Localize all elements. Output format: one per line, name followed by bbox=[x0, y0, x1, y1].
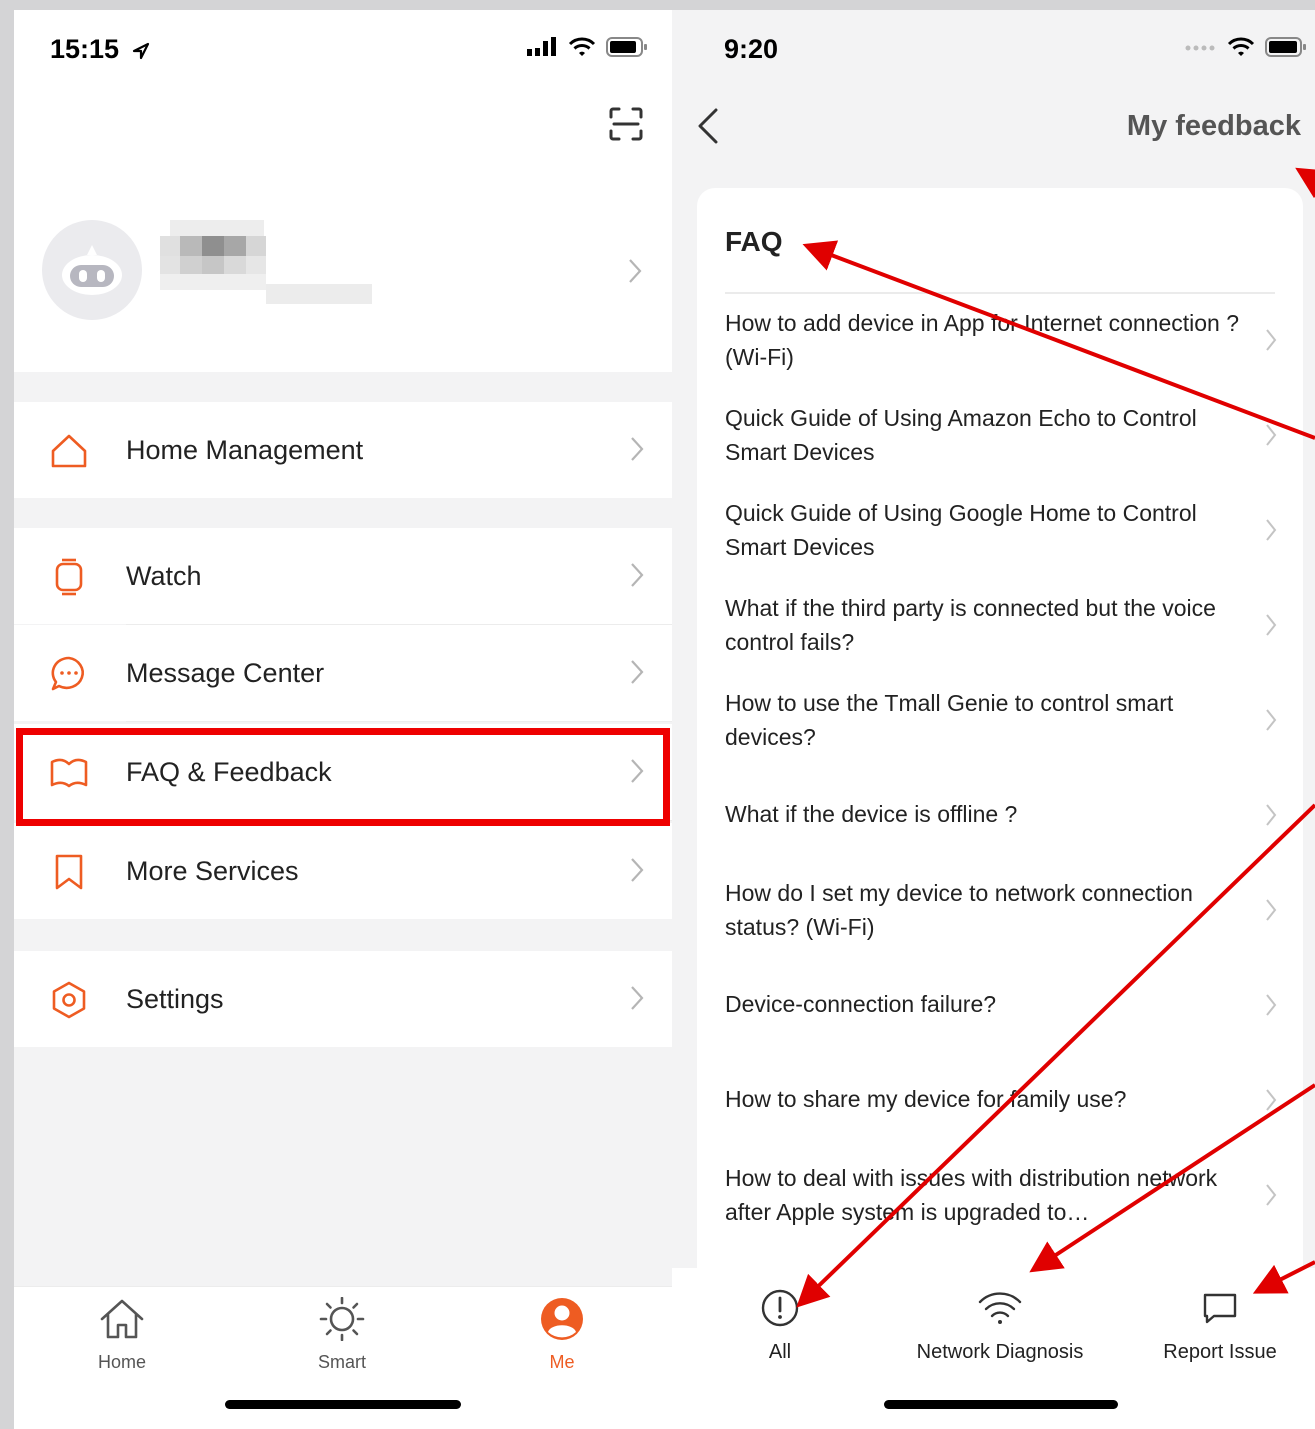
chevron-right-icon bbox=[1266, 1184, 1277, 1206]
faq-item[interactable]: How to deal with issues with distributio… bbox=[697, 1161, 1303, 1247]
sun-icon bbox=[319, 1296, 365, 1342]
faq-question: How to use the Tmall Genie to control sm… bbox=[725, 690, 1174, 750]
chevron-right-icon bbox=[631, 858, 644, 882]
faq-question: Quick Guide of Using Amazon Echo to Cont… bbox=[725, 405, 1197, 465]
tab-label: All bbox=[768, 1341, 792, 1363]
chevron-right-icon bbox=[631, 563, 644, 587]
tab-report-issue[interactable]: Report Issue bbox=[1150, 1288, 1290, 1364]
wifi-icon bbox=[978, 1292, 1022, 1324]
status-icons bbox=[1185, 36, 1307, 58]
bookmark-icon bbox=[55, 854, 83, 890]
status-bar: 9:20 bbox=[672, 10, 1315, 90]
tab-label: Me bbox=[549, 1352, 575, 1372]
status-icons bbox=[526, 36, 648, 58]
tab-all[interactable]: All bbox=[750, 1288, 810, 1364]
tab-home[interactable]: Home bbox=[52, 1297, 192, 1373]
faq-item[interactable]: How to use the Tmall Genie to control sm… bbox=[697, 686, 1303, 772]
tab-label: Home bbox=[97, 1352, 146, 1372]
signal-dots-icon bbox=[1185, 45, 1215, 51]
faq-question: How to share my device for family use? bbox=[725, 1086, 1127, 1112]
menu-item-settings[interactable]: Settings bbox=[14, 951, 672, 1047]
tab-smart[interactable]: Smart bbox=[272, 1296, 412, 1373]
wifi-status-icon bbox=[568, 37, 596, 56]
location-arrow-icon bbox=[132, 42, 149, 59]
faq-item[interactable]: How to share my device for family use? bbox=[697, 1066, 1303, 1152]
signal-icon bbox=[526, 37, 556, 56]
faq-item[interactable]: What if the third party is connected but… bbox=[697, 591, 1303, 677]
chat-icon bbox=[1203, 1293, 1237, 1324]
faq-item[interactable]: Device-connection failure? bbox=[697, 971, 1303, 1057]
menu-label: Watch bbox=[126, 561, 202, 591]
faq-question: What if the device is offline ? bbox=[725, 801, 1018, 827]
message-icon bbox=[51, 656, 84, 691]
faq-question: How to deal with issues with distributio… bbox=[725, 1165, 1218, 1225]
chevron-right-icon bbox=[1266, 994, 1277, 1016]
faq-question: Device-connection failure? bbox=[725, 991, 997, 1017]
menu-label: Settings bbox=[126, 984, 224, 1014]
chevron-right-icon bbox=[1266, 519, 1277, 541]
faq-question: Quick Guide of Using Google Home to Cont… bbox=[725, 500, 1197, 560]
battery-icon bbox=[606, 37, 647, 57]
chevron-right-icon bbox=[1266, 1089, 1277, 1111]
me-screen: 15:15 Home Management Watch Message Cent… bbox=[14, 10, 672, 1429]
faq-title: FAQ bbox=[725, 226, 783, 257]
menu-item-home-management[interactable]: Home Management bbox=[14, 402, 672, 498]
home-icon bbox=[51, 434, 87, 468]
menu-item-message-center[interactable]: Message Center bbox=[14, 625, 672, 721]
status-bar: 15:15 bbox=[14, 10, 672, 90]
chevron-right-icon bbox=[631, 660, 644, 684]
tab-label: Smart bbox=[317, 1352, 366, 1372]
faq-item[interactable]: How to add device in App for Internet co… bbox=[697, 306, 1303, 392]
chevron-right-icon bbox=[1266, 899, 1277, 921]
settings-icon bbox=[52, 981, 86, 1019]
chevron-right-icon bbox=[1266, 329, 1277, 351]
faq-question: How do I set my device to network connec… bbox=[725, 880, 1193, 940]
chevron-right-icon bbox=[1266, 709, 1277, 731]
my-feedback-link[interactable]: My feedback bbox=[1127, 110, 1301, 143]
faq-card: FAQ How to add device in App for Interne… bbox=[697, 188, 1303, 1298]
highlight-box bbox=[16, 728, 670, 826]
profile-chevron-icon bbox=[629, 259, 642, 283]
feedback-screen: 9:20 My feedback FAQ How to add device i… bbox=[672, 10, 1315, 1429]
faq-item[interactable]: What if the device is offline ? bbox=[697, 781, 1303, 867]
chevron-right-icon bbox=[631, 437, 644, 461]
chevron-right-icon bbox=[631, 986, 644, 1010]
menu-item-watch[interactable]: Watch bbox=[14, 528, 672, 624]
menu-item-more-services[interactable]: More Services bbox=[14, 823, 672, 919]
tab-label: Network Diagnosis bbox=[916, 1341, 1084, 1363]
status-time: 15:15 bbox=[50, 34, 151, 65]
tab-network-diagnosis[interactable]: Network Diagnosis bbox=[900, 1288, 1100, 1364]
avatar-robot-icon bbox=[62, 245, 122, 295]
faq-item[interactable]: Quick Guide of Using Amazon Echo to Cont… bbox=[697, 401, 1303, 487]
menu-label: Message Center bbox=[126, 658, 325, 688]
chevron-right-icon bbox=[1266, 614, 1277, 636]
scan-icon[interactable] bbox=[608, 106, 644, 142]
blurred-username bbox=[160, 220, 372, 304]
wifi-status-icon bbox=[1227, 37, 1255, 56]
back-chevron-icon[interactable] bbox=[694, 106, 724, 146]
home-indicator bbox=[884, 1400, 1118, 1409]
tab-label: Report Issue bbox=[1163, 1341, 1277, 1363]
battery-icon bbox=[1265, 37, 1306, 57]
avatar[interactable] bbox=[42, 220, 142, 320]
faq-question: How to add device in App for Internet co… bbox=[725, 310, 1239, 370]
alert-circle-icon bbox=[761, 1289, 799, 1327]
faq-question: What if the third party is connected but… bbox=[725, 595, 1216, 655]
divider bbox=[126, 721, 672, 722]
chevron-right-icon bbox=[1266, 804, 1277, 826]
home-icon bbox=[100, 1299, 144, 1339]
tab-me[interactable]: Me bbox=[492, 1297, 632, 1373]
chevron-right-icon bbox=[1266, 424, 1277, 446]
divider bbox=[725, 292, 1275, 294]
faq-item[interactable]: How do I set my device to network connec… bbox=[697, 876, 1303, 962]
home-indicator bbox=[225, 1400, 461, 1409]
faq-item[interactable]: Quick Guide of Using Google Home to Cont… bbox=[697, 496, 1303, 582]
menu-label: Home Management bbox=[126, 435, 364, 465]
status-time: 9:20 bbox=[724, 34, 779, 64]
watch-icon bbox=[55, 558, 83, 596]
menu-label: More Services bbox=[126, 856, 299, 886]
user-icon bbox=[541, 1298, 583, 1340]
